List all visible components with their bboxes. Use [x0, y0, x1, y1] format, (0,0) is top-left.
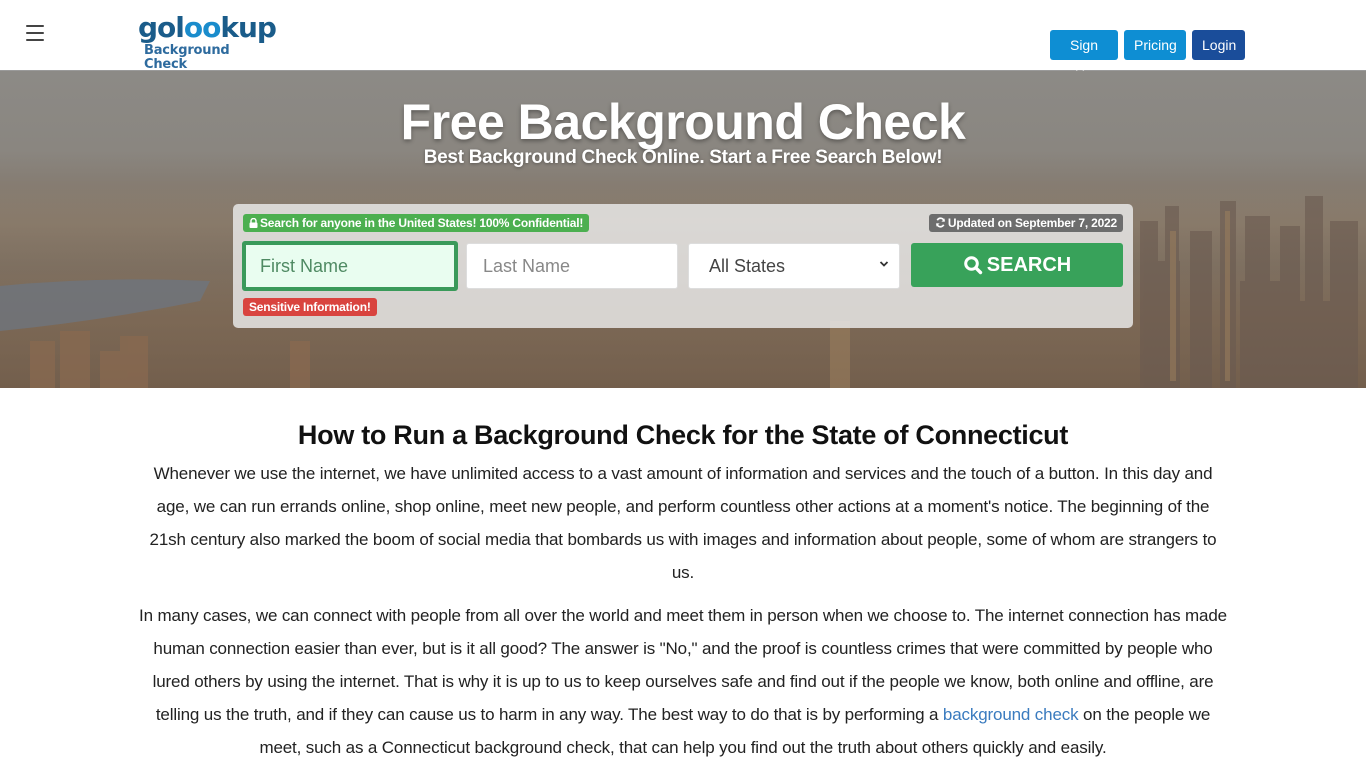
lock-icon [249, 217, 258, 228]
hero-title: Free Background Check [400, 94, 966, 150]
search-button[interactable]: SEARCH [911, 243, 1123, 287]
search-form: Search for anyone in the United States! … [233, 204, 1133, 328]
state-select[interactable]: All States [688, 243, 900, 289]
background-check-link[interactable]: background check [943, 705, 1079, 724]
hero-section: Free Background Check Best Background Ch… [0, 71, 1366, 388]
header-nav: Sign Up Pricing Login [1050, 30, 1245, 83]
hamburger-icon[interactable] [26, 25, 44, 41]
logo-subtitle: Background Check [144, 43, 230, 72]
hero-subtitle: Best Background Check Online. Start a Fr… [423, 147, 943, 168]
search-icon [963, 256, 982, 275]
chevron-down-icon [879, 261, 889, 267]
article-paragraph-1: Whenever we use the internet, we have un… [149, 464, 1217, 582]
state-select-value: All States [709, 256, 786, 276]
sign-up-button[interactable]: Sign Up [1050, 30, 1118, 83]
refresh-icon [935, 217, 945, 228]
site-header: golookup Background Check Sign Up Pricin… [0, 0, 1366, 83]
pricing-button[interactable]: Pricing [1124, 30, 1186, 60]
confidential-badge: Search for anyone in the United States! … [243, 214, 590, 232]
sensitive-info-badge: Sensitive Information! [243, 298, 377, 316]
login-button[interactable]: Login [1192, 30, 1245, 60]
updated-badge: Updated on September 7, 2022 [928, 214, 1123, 232]
last-name-input[interactable] [466, 243, 678, 289]
logo[interactable]: golookup Background Check [138, 11, 277, 72]
first-name-input[interactable] [242, 241, 458, 291]
logo-wordmark: golookup [138, 11, 277, 44]
article-paragraph-2: In many cases, we can connect with peopl… [139, 606, 1227, 757]
article-heading: How to Run a Background Check for the St… [297, 420, 1069, 450]
